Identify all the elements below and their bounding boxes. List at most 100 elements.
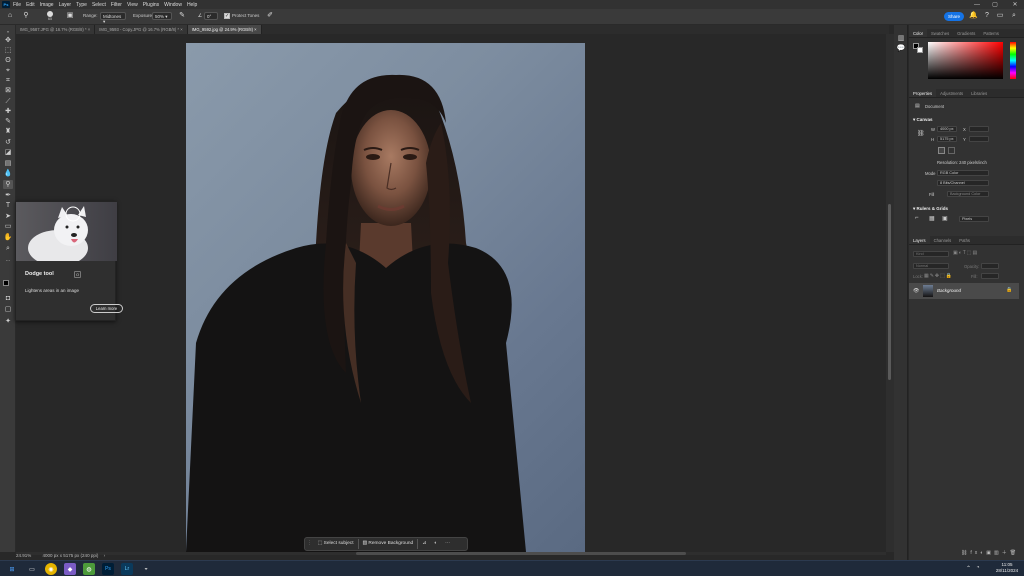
scrollbar-thumb[interactable] xyxy=(888,204,891,380)
menu-window[interactable]: Window xyxy=(164,2,182,8)
horizontal-scrollbar[interactable] xyxy=(16,552,886,555)
tab-libraries[interactable]: Libraries xyxy=(967,89,991,97)
zoom-tool-icon[interactable]: ⌕ xyxy=(3,244,13,253)
maximize-button[interactable]: ▢ xyxy=(988,0,1002,9)
toolbar-collapse-icon[interactable]: » xyxy=(3,27,13,36)
quick-mask-icon[interactable]: ◘ xyxy=(3,294,13,303)
layers-footer-icons[interactable]: ⛓fx◐▣▥＋🗑 xyxy=(961,549,1019,556)
angle-input[interactable]: 0° xyxy=(204,12,218,20)
units-select[interactable]: Pixels xyxy=(959,216,989,222)
brush-preset-picker[interactable]: 65 xyxy=(44,11,56,22)
lasso-suggest-icon[interactable]: ⊿ xyxy=(418,539,430,549)
lasso-tool-icon[interactable]: ʘ xyxy=(3,56,13,65)
height-input[interactable]: 5175 px xyxy=(937,136,957,142)
frame-tool-icon[interactable]: ⊠ xyxy=(3,86,13,95)
more-tools-icon[interactable]: ··· xyxy=(3,257,13,266)
tab-gradients[interactable]: Gradients xyxy=(953,29,979,37)
exposure-input[interactable]: 50% ▾ xyxy=(152,12,172,20)
history-panel-icon[interactable]: ▥ xyxy=(896,34,906,43)
blur-tool-icon[interactable]: 💧 xyxy=(3,169,13,178)
ruler-icon[interactable]: ⌐ xyxy=(915,215,919,221)
wifi-icon[interactable]: ◔ xyxy=(976,565,980,571)
airbrush-icon[interactable]: ✎ xyxy=(178,12,186,20)
select-subject-button[interactable]: ⬚ Select subject xyxy=(314,539,358,549)
scrollbar-thumb[interactable] xyxy=(356,552,686,555)
pen-tool-icon[interactable]: ✒ xyxy=(3,191,13,200)
color-background-swatch[interactable] xyxy=(917,47,923,53)
menu-image[interactable]: Image xyxy=(40,2,54,8)
healing-brush-tool-icon[interactable]: ✚ xyxy=(3,107,13,116)
drag-handle-icon[interactable]: ⋮ xyxy=(305,539,314,549)
tab-layers[interactable]: Layers xyxy=(909,236,930,244)
layer-kind-filter[interactable]: Kind xyxy=(913,251,949,257)
notifications-bell-icon[interactable]: 🔔 xyxy=(969,12,978,20)
app-icon[interactable]: ◆ xyxy=(64,563,76,575)
tab-swatches[interactable]: Swatches xyxy=(927,29,953,37)
brush-settings-icon[interactable]: ▣ xyxy=(66,12,74,20)
tab-img-9593-copy[interactable]: IMG_9593 - Copy.JPG @ 16.7% (RGB/8) * × xyxy=(95,25,188,34)
menu-type[interactable]: Type xyxy=(76,2,87,8)
y-input[interactable] xyxy=(969,136,989,142)
path-selection-tool-icon[interactable]: ➤ xyxy=(3,212,13,221)
layer-row-background[interactable]: 👁 Background 🔒 xyxy=(909,283,1019,299)
foreground-color-swatch[interactable] xyxy=(3,280,9,286)
menu-plugins[interactable]: Plugins xyxy=(143,2,159,8)
workspace-icon[interactable]: ▭ xyxy=(996,12,1004,20)
minimize-button[interactable]: — xyxy=(970,0,984,9)
menu-layer[interactable]: Layer xyxy=(59,2,72,8)
type-tool-icon[interactable]: T xyxy=(3,201,13,210)
protect-tones-checkbox[interactable]: ✓ xyxy=(224,13,230,19)
range-select[interactable]: Midtones ▾ xyxy=(100,12,126,24)
landscape-orientation-button[interactable] xyxy=(948,147,955,154)
home-icon[interactable]: ⌂ xyxy=(6,12,14,20)
object-selection-tool-icon[interactable]: ⌖ xyxy=(3,66,13,75)
eyedropper-tool-icon[interactable]: ⟋ xyxy=(3,97,13,106)
remove-background-button[interactable]: ▨ Remove Background xyxy=(359,539,418,549)
vertical-scrollbar[interactable] xyxy=(886,34,894,552)
rectangle-tool-icon[interactable]: ▭ xyxy=(3,222,13,231)
close-icon[interactable]: × xyxy=(88,27,90,32)
help-icon[interactable]: ? xyxy=(983,12,991,20)
lrc-taskbar-icon[interactable]: Lr xyxy=(121,563,133,575)
rulers-section-title[interactable]: ▾ Rulers & Grids xyxy=(913,206,948,212)
portrait-orientation-button[interactable] xyxy=(938,147,945,154)
menu-select[interactable]: Select xyxy=(92,2,106,8)
search-icon[interactable]: ⌕ xyxy=(1010,12,1018,20)
blend-mode-select[interactable]: Normal xyxy=(913,263,949,269)
hand-tool-icon[interactable]: ✋ xyxy=(3,233,13,242)
hue-slider[interactable] xyxy=(1010,42,1016,79)
close-icon[interactable]: × xyxy=(180,27,182,32)
status-menu-arrow[interactable]: › xyxy=(104,553,106,558)
menu-file[interactable]: File xyxy=(13,2,21,8)
start-icon[interactable]: ⊞ xyxy=(6,563,18,575)
fill-input[interactable] xyxy=(981,273,999,279)
menu-help[interactable]: Help xyxy=(187,2,197,8)
menu-edit[interactable]: Edit xyxy=(26,2,35,8)
mode-select[interactable]: RGB Color xyxy=(937,170,989,176)
link-icon[interactable]: ⛓ xyxy=(917,130,925,137)
move-tool-icon[interactable]: ✥ xyxy=(3,36,13,45)
app-icon-white[interactable]: ◒ xyxy=(140,563,152,575)
photoshop-taskbar-icon[interactable]: Ps xyxy=(102,563,114,575)
share-button[interactable]: Share xyxy=(944,12,964,21)
x-input[interactable] xyxy=(969,126,989,132)
taskbar-clock[interactable]: 11:05 28/11/2024 xyxy=(992,562,1022,574)
marquee-tool-icon[interactable]: ⬚ xyxy=(3,46,13,55)
tab-img-9592[interactable]: IMG_9592.jpg @ 24.9% (RGB/8) × xyxy=(187,25,262,34)
guides-icon[interactable]: ▣ xyxy=(942,215,948,222)
dodge-tool-preset-icon[interactable]: ⚲ xyxy=(22,12,30,20)
adjust-icon[interactable]: ◐ xyxy=(430,539,441,549)
visibility-eye-icon[interactable]: 👁 xyxy=(913,288,919,294)
chrome-icon[interactable]: ◉ xyxy=(45,563,57,575)
tab-properties[interactable]: Properties xyxy=(909,89,937,97)
dodge-tool-icon[interactable]: ⚲ xyxy=(3,180,13,189)
crop-tool-icon[interactable]: ⌗ xyxy=(3,76,13,85)
screen-mode-icon[interactable]: ▢ xyxy=(3,305,13,314)
gradient-tool-icon[interactable]: ▤ xyxy=(3,159,13,168)
bit-depth-select[interactable]: 8 Bits/Channel xyxy=(937,180,989,186)
tab-adjustments[interactable]: Adjustments xyxy=(936,89,967,97)
layer-filter-icons[interactable]: ▣◐T⬚▤ xyxy=(953,250,978,256)
canvas-section-title[interactable]: ▾ Canvas xyxy=(913,117,933,123)
fill-select[interactable]: Background Color xyxy=(947,191,989,197)
generative-icon[interactable]: ✦ xyxy=(3,317,13,326)
